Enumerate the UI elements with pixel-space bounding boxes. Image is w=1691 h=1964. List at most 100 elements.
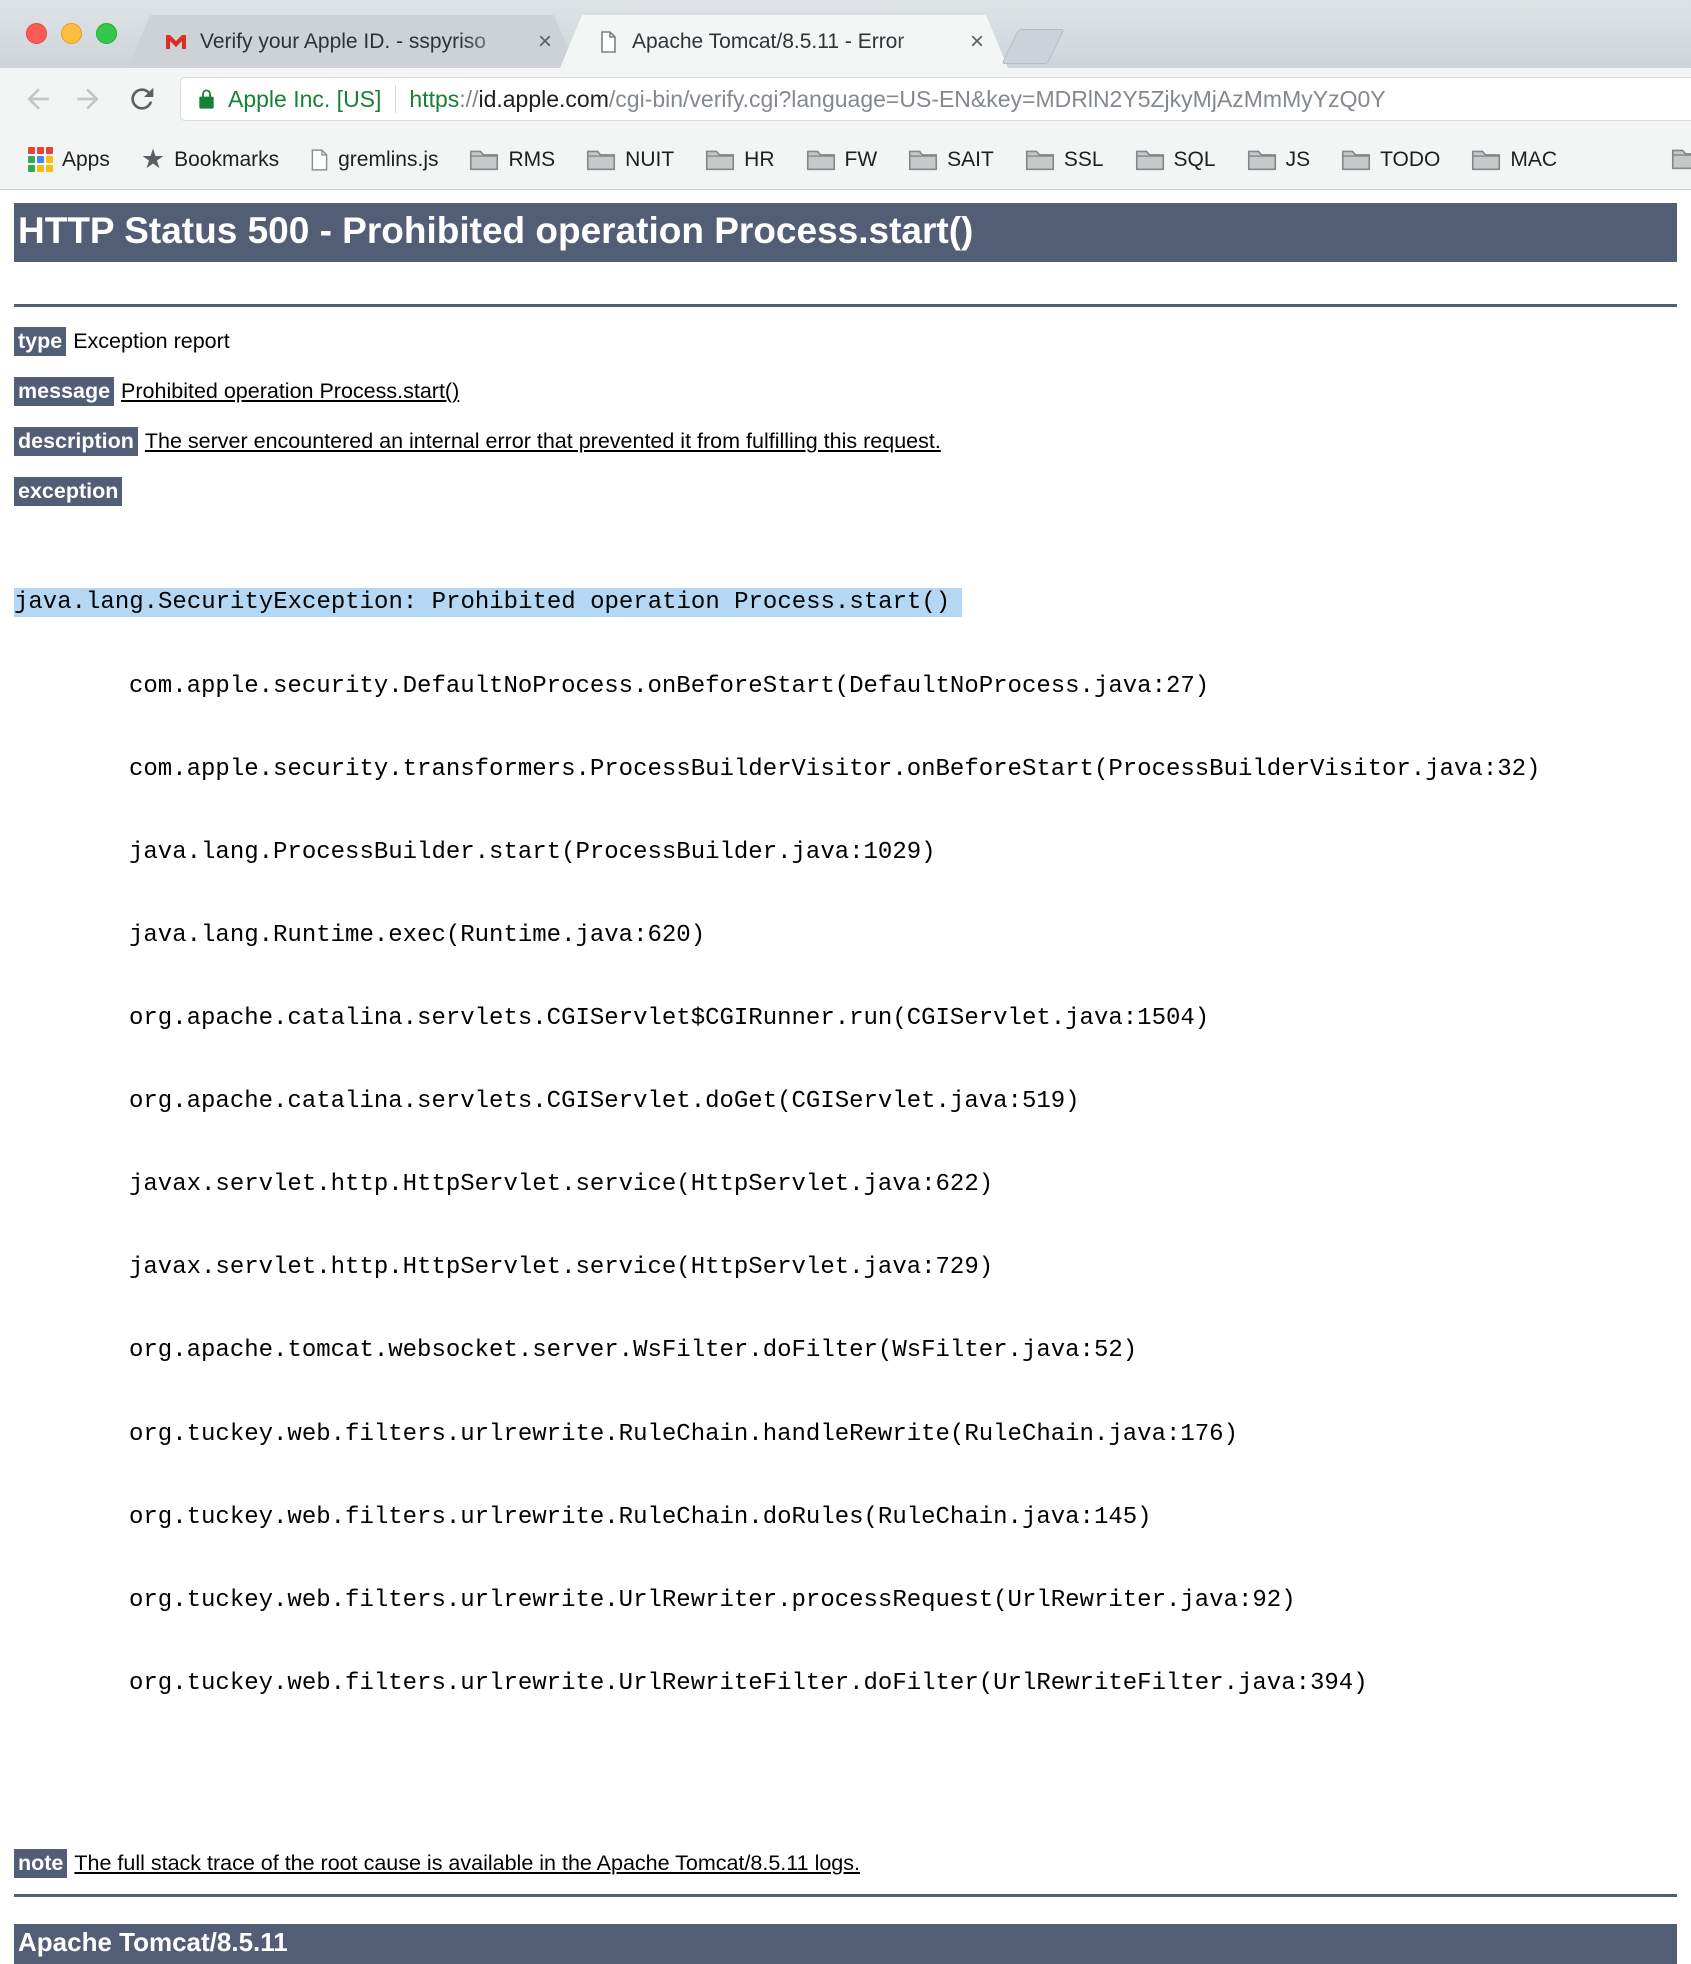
stack-frame: javax.servlet.http.HttpServlet.service(H… [129,1171,994,1199]
description-value: The server encountered an internal error… [144,429,941,453]
apps-grid-icon [28,147,53,172]
type-value: Exception report [73,329,230,353]
bookmark-folder-rms[interactable]: RMS [469,148,555,172]
bookmark-bookmarks[interactable]: ★ Bookmarks [141,146,279,173]
tab-tomcat-error[interactable]: Apache Tomcat/8.5.11 - Error × [560,15,1008,68]
type-row: type Exception report [14,327,1677,356]
bookmark-label: JS [1285,147,1311,171]
folder-icon [1472,150,1501,171]
server-version-footer: Apache Tomcat/8.5.11 [14,1923,1677,1964]
exception-line-row: java.lang.SecurityException: Prohibited … [14,588,1677,618]
tab-close-icon[interactable]: × [538,30,552,54]
stack-frame: com.apple.security.DefaultNoProcess.onBe… [129,672,1210,700]
message-value: Prohibited operation Process.start() [121,379,460,403]
tab-close-icon[interactable]: × [970,30,984,54]
bookmark-folder-fw[interactable]: FW [806,147,878,172]
stack-frame: java.lang.ProcessBuilder.start(ProcessBu… [129,838,936,866]
exception-row: exception [14,477,1677,506]
folder-icon [1671,149,1691,170]
stack-frame: org.tuckey.web.filters.urlrewrite.UrlRew… [129,1586,1296,1614]
exception-line-selected: java.lang.SecurityException: Prohibited … [14,588,963,618]
bookmark-label: FW [844,147,878,171]
tab-verify-apple-id[interactable]: Verify your Apple ID. - sspyriso × [128,15,576,68]
folder-icon [587,150,616,171]
divider [14,1893,1677,1897]
bookmark-label: SAIT [947,147,994,171]
window-close-button[interactable] [26,23,47,44]
folder-icon [1135,150,1164,171]
new-tab-button[interactable] [1001,29,1065,64]
bookmark-label: SQL [1173,147,1216,171]
bookmark-folder-todo[interactable]: TODO [1341,148,1440,172]
tomcat-error-page: HTTP Status 500 - Prohibited operation P… [0,190,1691,1964]
bookmark-label: TODO [1380,147,1441,171]
bookmark-folder-js[interactable]: JS [1247,147,1311,172]
bookmark-folder-nuit[interactable]: NUIT [586,148,674,172]
exception-label: exception [14,477,123,506]
note-label: note [14,1848,68,1878]
reload-icon[interactable] [126,83,158,115]
tab-strip: Verify your Apple ID. - sspyriso × Apach… [0,0,1691,68]
omnibox-divider [395,85,397,113]
bookmark-label: SSL [1063,147,1104,171]
url-text[interactable]: https://id.apple.com/cgi-bin/verify.cgi?… [409,86,1385,113]
stack-frame: com.apple.security.transformers.ProcessB… [129,755,1541,783]
secure-lock-icon [199,88,214,109]
stack-frame: org.apache.catalina.servlets.CGIServlet.… [129,1088,1080,1116]
ev-certificate-label[interactable]: Apple Inc. [US] [228,86,381,113]
forward-icon[interactable] [72,83,104,115]
stack-frame: org.tuckey.web.filters.urlrewrite.RuleCh… [129,1503,1152,1531]
folder-icon [806,150,835,171]
gmail-icon [164,30,188,54]
stack-trace: java.lang.SecurityException: Prohibited … [14,534,1677,1753]
bookmarks-bar: Apps ★ Bookmarks gremlins.js RMS NUIT HR… [0,130,1691,190]
bookmark-label: Apps [62,147,110,171]
address-bar[interactable]: Apple Inc. [US] https://id.apple.com/cgi… [180,77,1691,121]
bookmark-label: MAC [1510,147,1558,171]
stack-frame: java.lang.Runtime.exec(Runtime.java:620) [129,921,706,949]
folder-icon [1247,150,1276,171]
bookmark-folder-sait[interactable]: SAIT [908,148,994,172]
bookmark-label: RMS [508,147,556,171]
folder-icon [1025,150,1054,171]
bookmark-gremlins-js[interactable]: gremlins.js [310,148,438,172]
stack-frame: org.tuckey.web.filters.urlrewrite.RuleCh… [129,1420,1238,1448]
page-title: HTTP Status 500 - Prohibited operation P… [14,203,1677,262]
stack-frame: org.tuckey.web.filters.urlrewrite.UrlRew… [129,1669,1368,1697]
url-path: /cgi-bin/verify.cgi?language=US-EN&key=M… [608,85,1386,112]
folder-icon [1342,150,1371,171]
bookmark-apps[interactable]: Apps [28,147,110,172]
tab-title: Verify your Apple ID. - sspyriso [200,29,486,53]
bookmark-folder-sql[interactable]: SQL [1135,148,1216,172]
window-minimize-button[interactable] [61,23,82,44]
page-icon [311,148,328,171]
bookmark-folder-ssl[interactable]: SSL [1025,148,1104,172]
bookmark-folder-mac[interactable]: MAC [1471,148,1557,172]
note-row: note The full stack trace of the root cau… [14,1848,1677,1878]
bookmark-folder-overflow[interactable] [1671,147,1691,170]
document-icon [596,30,620,54]
star-icon: ★ [140,144,166,174]
bookmark-label: gremlins.js [338,147,439,171]
message-row: message Prohibited operation Process.star… [14,377,1677,406]
folder-icon [706,150,735,171]
stack-frame: org.apache.catalina.servlets.CGIServlet$… [129,1004,1210,1032]
window-controls [26,23,117,44]
stack-frame: javax.servlet.http.HttpServlet.service(H… [129,1254,994,1282]
bookmark-folder-hr[interactable]: HR [705,147,775,172]
folder-icon [470,150,499,171]
back-icon[interactable] [22,83,54,115]
divider [14,304,1677,307]
bookmark-label: HR [744,147,775,171]
stack-frame: org.apache.tomcat.websocket.server.WsFil… [129,1337,1138,1365]
window-zoom-button[interactable] [96,23,117,44]
note-value: The full stack trace of the root cause i… [74,1850,860,1875]
description-row: description The server encountered an int… [14,427,1677,456]
message-label: message [14,377,115,406]
folder-icon [909,150,938,171]
type-label: type [14,327,67,356]
description-label: description [14,427,138,456]
url-host: id.apple.com [478,85,609,112]
url-scheme: https [409,85,460,112]
bookmark-label: NUIT [625,147,675,171]
